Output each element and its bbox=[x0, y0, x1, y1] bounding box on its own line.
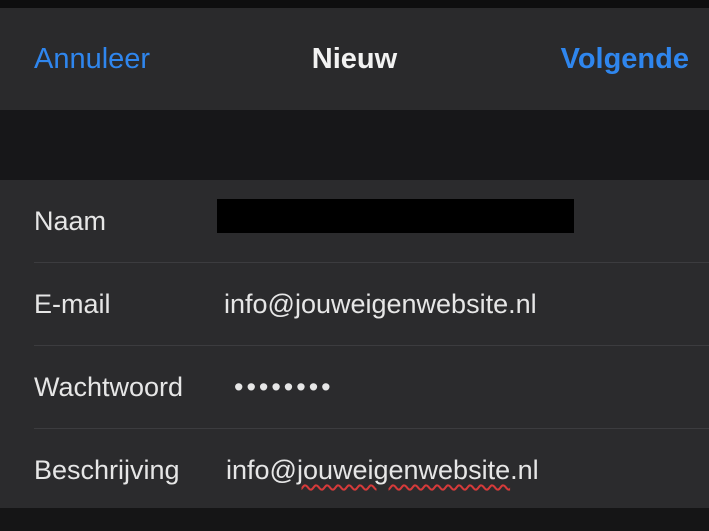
bottom-strip bbox=[0, 508, 709, 531]
password-label: Wachtwoord bbox=[34, 372, 184, 402]
description-field[interactable]: info@jouweigenwebsite.nl bbox=[226, 452, 539, 488]
section-spacer bbox=[0, 110, 709, 180]
description-value-suffix: .nl bbox=[510, 455, 539, 485]
name-field-redacted[interactable] bbox=[217, 199, 574, 233]
email-label: E-mail bbox=[34, 289, 111, 319]
email-row[interactable]: E-mail info@jouweigenwebsite.nl bbox=[0, 263, 709, 345]
description-value-misspelled: jouweigenwebsite bbox=[296, 455, 511, 485]
navigation-bar: Annuleer Nieuw Volgende bbox=[0, 8, 709, 110]
account-form: Naam E-mail info@jouweigenwebsite.nl Wac… bbox=[0, 180, 709, 508]
description-value-prefix: info@ bbox=[226, 455, 297, 485]
description-label: Beschrijving bbox=[34, 455, 180, 485]
new-mail-account-screen: Annuleer Nieuw Volgende Naam E-mail info… bbox=[0, 0, 709, 531]
name-label: Naam bbox=[34, 206, 107, 236]
email-field[interactable]: info@jouweigenwebsite.nl bbox=[224, 286, 537, 322]
description-row[interactable]: Beschrijving info@jouweigenwebsite.nl bbox=[0, 429, 709, 511]
next-button[interactable]: Volgende bbox=[561, 41, 689, 77]
password-row[interactable]: Wachtwoord •••••••• bbox=[0, 346, 709, 428]
name-row[interactable]: Naam bbox=[0, 180, 709, 262]
top-strip bbox=[0, 0, 709, 8]
password-field[interactable]: •••••••• bbox=[234, 369, 334, 405]
